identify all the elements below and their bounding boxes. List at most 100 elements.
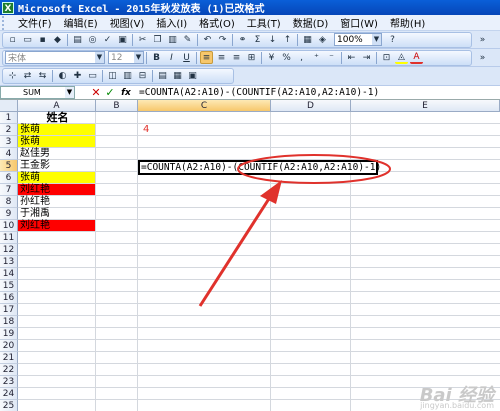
tool-icon-4[interactable]: ◐ [56, 70, 69, 83]
drawing-icon[interactable]: ◈ [316, 33, 329, 46]
menu-window[interactable]: 窗口(W) [334, 15, 384, 30]
row-header-17[interactable]: 17 [0, 304, 18, 316]
cell-a1[interactable]: 姓名 [18, 112, 96, 124]
cell-c5-editing[interactable]: =COUNTA(A2:A10)-(COUNTIF(A2:A10,A2:A10)-… [138, 160, 381, 175]
redo-icon[interactable]: ↷ [216, 33, 229, 46]
font-color-button[interactable]: A [410, 51, 423, 64]
help-icon[interactable]: ? [386, 33, 399, 46]
tool-icon-3[interactable]: ⇆ [36, 70, 49, 83]
row-header-10[interactable]: 10 [0, 220, 18, 232]
cell-a8[interactable]: 孙红艳 [19, 196, 50, 208]
cell-a6[interactable]: 张萌 [19, 172, 40, 184]
row-header-20[interactable]: 20 [0, 340, 18, 352]
insert-function-button[interactable]: fx [117, 88, 135, 98]
italic-button[interactable]: I [165, 51, 178, 64]
cancel-icon[interactable]: ✕ [89, 86, 103, 99]
row-header-15[interactable]: 15 [0, 280, 18, 292]
align-left-icon[interactable]: ≡ [200, 51, 213, 64]
tool-icon-1[interactable]: ⊹ [6, 70, 19, 83]
row-header-1[interactable]: 1 [0, 112, 18, 124]
tool-icon-2[interactable]: ⇄ [21, 70, 34, 83]
tool-icon-10[interactable]: ▤ [156, 70, 169, 83]
currency-icon[interactable]: ¥ [265, 51, 278, 64]
cell-c2[interactable]: 4 [142, 124, 149, 136]
row-header-7[interactable]: 7 [0, 184, 18, 196]
bold-button[interactable]: B [150, 51, 163, 64]
copy-icon[interactable]: ❐ [151, 33, 164, 46]
align-center-icon[interactable]: ≡ [215, 51, 228, 64]
column-header-b[interactable]: B [96, 100, 138, 112]
cut-icon[interactable]: ✂ [136, 33, 149, 46]
row-header-16[interactable]: 16 [0, 292, 18, 304]
menu-data[interactable]: 数据(D) [287, 15, 335, 30]
sort-ascending-icon[interactable]: ↓ [266, 33, 279, 46]
tool-icon-11[interactable]: ▦ [171, 70, 184, 83]
format-painter-icon[interactable]: ✎ [181, 33, 194, 46]
row-header-11[interactable]: 11 [0, 232, 18, 244]
menu-file[interactable]: 文件(F) [12, 15, 58, 30]
undo-icon[interactable]: ↶ [201, 33, 214, 46]
align-right-icon[interactable]: ≡ [230, 51, 243, 64]
fill-color-icon[interactable]: ◬ [395, 51, 408, 64]
print-preview-icon[interactable]: ◎ [86, 33, 99, 46]
underline-button[interactable]: U [180, 51, 193, 64]
row-header-4[interactable]: 4 [0, 148, 18, 160]
toolbar-options-icon[interactable]: » [476, 33, 489, 46]
enter-icon[interactable]: ✓ [103, 86, 117, 99]
menu-format[interactable]: 格式(O) [193, 15, 241, 30]
menu-tools[interactable]: 工具(T) [241, 15, 287, 30]
research-icon[interactable]: ▣ [116, 33, 129, 46]
row-header-23[interactable]: 23 [0, 376, 18, 388]
row-header-6[interactable]: 6 [0, 172, 18, 184]
menu-help[interactable]: 帮助(H) [384, 15, 431, 30]
tool-icon-8[interactable]: ▥ [121, 70, 134, 83]
permission-icon[interactable]: ◆ [51, 33, 64, 46]
autosum-button[interactable]: Σ [251, 33, 264, 46]
menu-edit[interactable]: 编辑(E) [58, 15, 104, 30]
chart-wizard-icon[interactable]: ▦ [301, 33, 314, 46]
open-icon[interactable]: ▭ [21, 33, 34, 46]
hyperlink-icon[interactable]: ⚭ [236, 33, 249, 46]
spelling-icon[interactable]: ✓ [101, 33, 114, 46]
row-header-3[interactable]: 3 [0, 136, 18, 148]
comma-style-icon[interactable]: , [295, 51, 308, 64]
row-header-25[interactable]: 25 [0, 400, 18, 411]
row-header-18[interactable]: 18 [0, 316, 18, 328]
tool-icon-9[interactable]: ⊟ [136, 70, 149, 83]
tool-icon-5[interactable]: ✚ [71, 70, 84, 83]
increase-indent-icon[interactable]: ⇥ [360, 51, 373, 64]
cell-a2[interactable]: 张萌 [19, 124, 40, 136]
print-icon[interactable]: ▤ [71, 33, 84, 46]
row-header-2[interactable]: 2 [0, 124, 18, 136]
zoom-combo[interactable]: 100% ▼ [334, 33, 382, 46]
cell-a10[interactable]: 刘红艳 [19, 220, 50, 232]
borders-icon[interactable]: ⊡ [380, 51, 393, 64]
tool-icon-6[interactable]: ▭ [86, 70, 99, 83]
row-header-14[interactable]: 14 [0, 268, 18, 280]
row-header-24[interactable]: 24 [0, 388, 18, 400]
cell-a3[interactable]: 张萌 [19, 136, 40, 148]
increase-decimal-icon[interactable]: ⁺ [310, 51, 323, 64]
row-header-9[interactable]: 9 [0, 208, 18, 220]
column-header-e[interactable]: E [351, 100, 500, 112]
row-header-22[interactable]: 22 [0, 364, 18, 376]
row-header-19[interactable]: 19 [0, 328, 18, 340]
sort-descending-icon[interactable]: ↑ [281, 33, 294, 46]
save-icon[interactable]: ▪ [36, 33, 49, 46]
font-size-combo[interactable]: 12 ▼ [108, 51, 144, 64]
row-header-5[interactable]: 5 [0, 160, 18, 172]
cell-a4[interactable]: 赵佳男 [19, 148, 50, 160]
font-name-combo[interactable]: 宋体 ▼ [5, 51, 105, 64]
toolbar-options-icon[interactable]: » [476, 51, 489, 64]
new-icon[interactable]: ▫ [6, 33, 19, 46]
row-header-21[interactable]: 21 [0, 352, 18, 364]
formula-input[interactable]: =COUNTA(A2:A10)-(COUNTIF(A2:A10,A2:A10)-… [135, 87, 379, 98]
decrease-decimal-icon[interactable]: ⁻ [325, 51, 338, 64]
row-header-12[interactable]: 12 [0, 244, 18, 256]
merge-center-icon[interactable]: ⊞ [245, 51, 258, 64]
decrease-indent-icon[interactable]: ⇤ [345, 51, 358, 64]
percent-icon[interactable]: % [280, 51, 293, 64]
row-header-8[interactable]: 8 [0, 196, 18, 208]
tool-icon-12[interactable]: ▣ [186, 70, 199, 83]
cell-a9[interactable]: 于湘禹 [19, 208, 50, 220]
